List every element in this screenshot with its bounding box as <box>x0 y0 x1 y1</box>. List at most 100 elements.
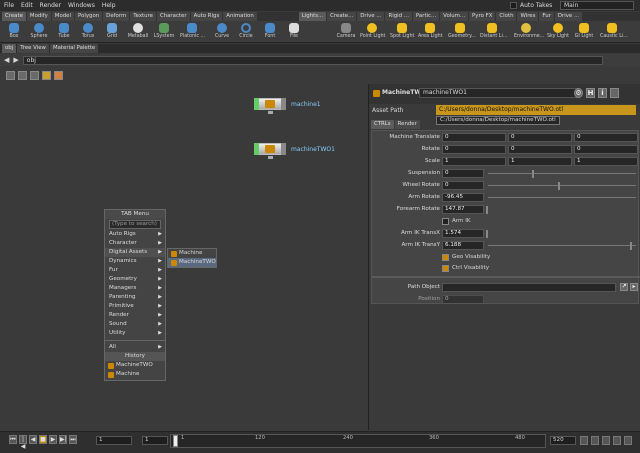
arm-rotate-slider[interactable] <box>488 197 636 198</box>
ctrl-visability-checkbox[interactable] <box>442 265 449 272</box>
shelf-tab-animation[interactable]: Animation <box>223 12 257 21</box>
tool-sky-light[interactable]: Sky Light <box>546 21 570 43</box>
display-flag[interactable] <box>254 143 259 155</box>
pane-tab-tree-view[interactable]: Tree View <box>17 44 49 53</box>
asset-path-field[interactable]: C:/Users/donna/Desktop/machineTWO.otl <box>436 105 636 115</box>
forearm-rotate-field[interactable]: 147.87 <box>442 205 484 214</box>
menu-file[interactable]: File <box>4 2 14 9</box>
tool-area-light[interactable]: Area Light <box>418 21 443 43</box>
scale-z-field[interactable]: 1 <box>574 157 638 166</box>
shelf-tab-wires[interactable]: Wires <box>517 12 539 21</box>
tool-environment-light[interactable]: Environme... <box>514 21 544 43</box>
display-flag[interactable] <box>254 98 259 110</box>
current-frame-field[interactable]: 1 <box>96 436 132 445</box>
suspension-slider[interactable] <box>488 173 636 174</box>
tool-tube[interactable]: Tube <box>52 21 76 43</box>
node-machinetwo1[interactable]: machineTWO1 <box>254 143 335 159</box>
forearm-rotate-slider-knob[interactable] <box>486 206 488 214</box>
list-view-icon[interactable] <box>6 71 15 80</box>
network-path-field[interactable]: obj <box>22 55 603 65</box>
step-back-icon[interactable]: |◀ <box>19 435 27 450</box>
tool-torus[interactable]: Torus <box>76 21 100 43</box>
wheel-rotate-slider-knob[interactable] <box>558 182 560 190</box>
tab-menu-item-sound[interactable]: Sound ▶ <box>105 320 165 329</box>
tab-menu-item-geometry[interactable]: Geometry ▶ <box>105 275 165 284</box>
forward-arrow-icon[interactable]: ▶ <box>13 56 18 64</box>
path-object-field[interactable] <box>442 283 616 292</box>
shelf-tab-create-2[interactable]: Create... <box>327 12 357 21</box>
menu-windows[interactable]: Windows <box>68 2 95 9</box>
tool-file[interactable]: File <box>282 21 306 43</box>
play-forward-icon[interactable]: ▶ <box>49 435 57 444</box>
key-icon[interactable] <box>591 436 599 445</box>
translate-y-field[interactable]: 0 <box>508 133 572 142</box>
geo-visability-checkbox[interactable] <box>442 254 449 261</box>
pin-icon[interactable] <box>610 88 619 98</box>
stop-icon[interactable]: ■ <box>39 435 47 444</box>
suspension-slider-knob[interactable] <box>532 170 534 178</box>
arm-rotate-field[interactable]: -96.45 <box>442 193 484 202</box>
tab-menu-item-managers[interactable]: Managers ▶ <box>105 284 165 293</box>
rotate-z-field[interactable]: 0 <box>574 145 638 154</box>
timeline-ruler[interactable]: 1 120 240 360 480 <box>170 434 546 448</box>
scale-x-field[interactable]: 1 <box>442 157 506 166</box>
tool-camera[interactable]: Camera <box>334 21 358 43</box>
shelf-tab-fur[interactable]: Fur <box>539 12 554 21</box>
tab-menu-item-primitive[interactable]: Primitive ▶ <box>105 302 165 311</box>
tab-menu-item-character[interactable]: Character ▶ <box>105 239 165 248</box>
history-item-machine[interactable]: Machine <box>105 370 165 379</box>
shelf-tab-drive[interactable]: Drive ... <box>357 12 385 21</box>
menu-render[interactable]: Render <box>40 2 61 9</box>
arm-ik-transy-slider-knob[interactable] <box>630 242 632 250</box>
tab-menu-search-input[interactable]: (Type to search) <box>109 220 161 229</box>
shelf-tab-rigid[interactable]: Rigid ... <box>385 12 412 21</box>
arm-ik-transy-field[interactable]: 6.188 <box>442 241 484 250</box>
shelf-tab-polygon[interactable]: Polygon <box>74 12 103 21</box>
rotate-y-field[interactable]: 0 <box>508 145 572 154</box>
shelf-tab-pyro[interactable]: Pyro FX <box>469 12 496 21</box>
translate-z-field[interactable]: 0 <box>574 133 638 142</box>
pane-tab-obj[interactable]: obj <box>2 44 17 53</box>
arm-ik-transy-slider[interactable] <box>488 245 636 246</box>
node-name-field[interactable]: machineTWO1 <box>419 88 579 98</box>
shelf-tab-modify[interactable]: Modify <box>26 12 51 21</box>
shelf-tab-auto-rigs[interactable]: Auto Rigs <box>190 12 223 21</box>
wheel-rotate-slider[interactable] <box>488 185 636 186</box>
end-frame-field[interactable]: 520 <box>550 436 576 445</box>
submenu-item-machinetwo[interactable]: MachineTWO <box>168 258 216 267</box>
layout-icon[interactable] <box>30 71 39 80</box>
output-connector[interactable] <box>268 156 273 159</box>
tab-menu-item-all[interactable]: All ▶ <box>105 343 165 352</box>
tool-curve[interactable]: Curve <box>210 21 234 43</box>
tab-menu-item-fur[interactable]: Fur ▶ <box>105 266 165 275</box>
submenu-item-machine[interactable]: Machine <box>168 249 216 258</box>
node-machine1[interactable]: machine1 <box>254 98 321 114</box>
shelf-tab-volume[interactable]: Volum... <box>440 12 469 21</box>
tab-menu-item-dynamics[interactable]: Dynamics ▶ <box>105 257 165 266</box>
arm-ik-checkbox[interactable] <box>442 218 449 225</box>
audio-icon[interactable] <box>580 436 588 445</box>
tool-gi-light[interactable]: GI Light <box>572 21 596 43</box>
shelf-tab-character[interactable]: Character <box>156 12 190 21</box>
go-to-start-icon[interactable]: ⏮ <box>9 435 17 444</box>
tab-menu-item-parenting[interactable]: Parenting ▶ <box>105 293 165 302</box>
rotate-x-field[interactable]: 0 <box>442 145 506 154</box>
tab-menu-item-auto-rigs[interactable]: Auto Rigs ▶ <box>105 230 165 239</box>
shelf-tab-particles[interactable]: Partic... <box>412 12 440 21</box>
wheel-rotate-field[interactable]: 0 <box>442 181 484 190</box>
tool-metaball[interactable]: Metaball <box>126 21 150 43</box>
tool-platonic[interactable]: Platonic ... <box>180 21 205 43</box>
arm-ik-transx-field[interactable]: 1.574 <box>442 229 484 238</box>
tool-font[interactable]: Font <box>258 21 282 43</box>
go-to-end-icon[interactable]: ⏭ <box>69 435 77 444</box>
playhead[interactable] <box>173 435 178 447</box>
history-item-machinetwo[interactable]: MachineTWO <box>105 361 165 370</box>
tool-spot-light[interactable]: Spot Light <box>390 21 414 43</box>
auto-takes-checkbox[interactable] <box>510 2 517 9</box>
arm-ik-transx-slider-knob[interactable] <box>486 230 488 238</box>
tab-menu-item-render[interactable]: Render ▶ <box>105 311 165 320</box>
color-palette-icon[interactable] <box>54 71 63 80</box>
range-icon[interactable] <box>602 436 610 445</box>
shelf-tab-texture[interactable]: Texture <box>130 12 156 21</box>
settings-icon[interactable] <box>613 436 621 445</box>
